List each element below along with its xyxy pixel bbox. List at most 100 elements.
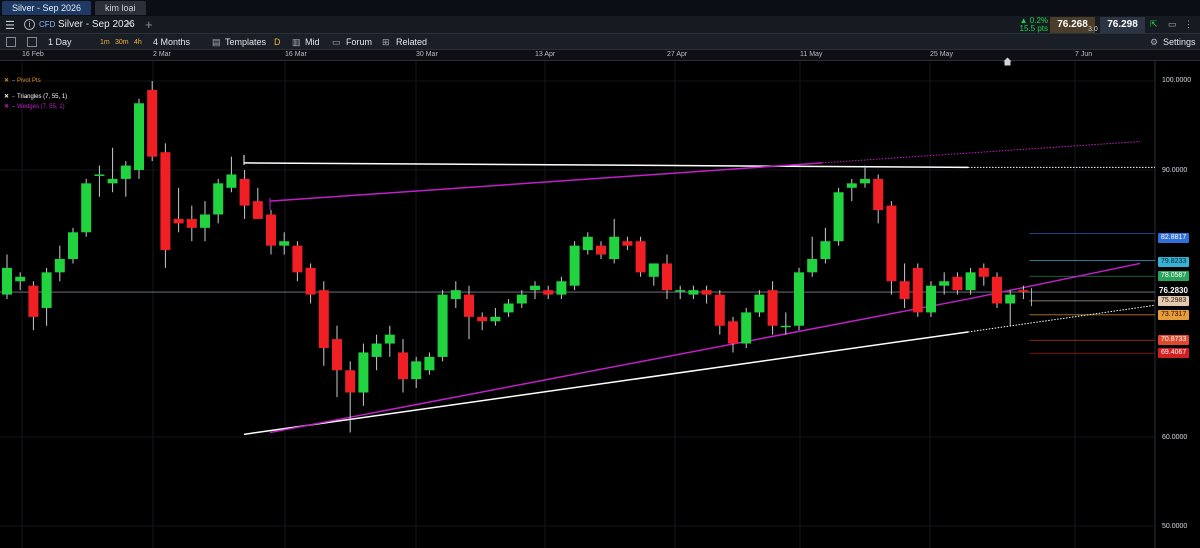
candle-body [714,294,725,326]
price-type-select[interactable]: Mid [305,36,320,48]
y-tick-label: 100.0000 [1162,77,1192,84]
instrument-info-icon[interactable]: i [24,19,35,30]
legend-triangles[interactable]: ✕ ⎯ Triangles (7, 55, 1) [4,93,67,102]
more-icon[interactable]: ⋮ [1184,19,1193,30]
legend-pivot[interactable]: ✕ ⎯ Pivot Pts [4,77,41,86]
candles [2,81,1029,433]
candle-body [530,285,540,291]
candle-body [160,152,171,251]
menu-icon[interactable]: ☰ [5,19,15,32]
y-tick-label: 60.0000 [1162,434,1188,441]
candle-body [728,321,738,344]
candle-body [912,267,923,313]
candle-body [886,205,897,282]
remove-indicator-icon[interactable]: ✕ [4,104,9,110]
remove-indicator-icon[interactable]: ✕ [4,78,9,84]
forum-icon: ▭ [332,37,341,47]
candle-body [675,290,686,292]
date-label: 2 Mar [153,51,171,58]
tab-silver[interactable]: Silver - Sep 2026 [2,1,92,15]
level-badge: 73.7317 [1158,310,1190,320]
chart-toolbar: 1 Day 1m 30m 4h 4 Months ▤ Templates D ▥… [0,34,1200,50]
candle-body [279,241,290,246]
candle-body [662,263,672,291]
candle-body [609,236,620,259]
quick-interval-4h[interactable]: 4h [134,37,142,49]
quick-interval-30m[interactable]: 30m [115,37,129,49]
legend-wedges[interactable]: ✕ ⎯ Wedges (7, 55, 1) [4,103,65,112]
chart-type-icon[interactable] [27,37,37,47]
candle-body [477,316,488,322]
candle-body [926,285,936,313]
candle-body [186,218,197,228]
tab-kim-loai[interactable]: kim loại [95,1,146,15]
change-points: 15.5 pts [1019,24,1048,33]
chart-canvas[interactable] [0,61,1200,548]
candle-body [569,245,580,286]
related-button[interactable]: Related [396,36,427,48]
window-icon[interactable]: ▭ [1168,19,1177,30]
candle-body [398,352,408,380]
close-icon[interactable]: ✕ [125,19,133,30]
candle-body [94,174,105,176]
quick-interval-1m[interactable]: 1m [100,37,110,49]
draw-button[interactable]: D [274,36,281,48]
candle-body [332,339,342,371]
buy-price-button[interactable]: 76.298 [1100,17,1145,33]
candle-body [424,356,435,371]
candle-body [120,165,131,179]
tab-bar: Silver - Sep 2026 kim loại [0,0,1200,16]
price-chart[interactable]: ✕ ⎯ Pivot Pts ✕ ⎯ Triangles (7, 55, 1) ✕ ⎯ Wed… [0,61,1200,548]
candle-body [952,276,963,291]
gear-icon: ⚙ [1150,37,1159,47]
candle-body [371,343,382,357]
wedge-lower-line [269,298,969,434]
settings-button[interactable]: Settings [1163,36,1196,48]
interval-select[interactable]: 1 Day [48,36,72,48]
candle-body [1005,294,1016,304]
indicator-settings-icon[interactable]: ⎯ [12,78,15,84]
candle-body [543,290,554,295]
candle-body [820,241,831,259]
candle-body [860,178,870,184]
spread-value: 3.0 [1088,26,1098,33]
candle-body [846,183,857,188]
instrument-name[interactable]: Silver - Sep 2026 [58,19,135,30]
candle-body [833,192,844,242]
indicator-settings-icon[interactable]: ⎯ [12,104,15,110]
candle-body [582,236,593,251]
y-tick-label: 90.0000 [1162,167,1188,174]
templates-button[interactable]: Templates [225,36,266,48]
time-span-select[interactable]: 4 Months [153,36,190,48]
candle-body [358,352,369,393]
candle-body [15,276,26,282]
expand-icon[interactable]: ⇱ [1150,19,1158,30]
date-label: 27 Apr [667,51,688,58]
candle-body [701,290,712,295]
candle-body [200,214,210,228]
legend-label: Wedges (7, 55, 1) [17,104,65,110]
indicator-settings-icon[interactable]: ⎯ [12,94,15,100]
instrument-type: CFD [39,20,56,29]
candle-body [2,267,12,295]
add-instrument-icon[interactable]: + [145,17,153,32]
date-label: 25 May [930,51,953,58]
date-label: 30 Mar [416,51,438,58]
trend-lines [0,141,1156,436]
candle-body [596,245,606,255]
date-axis: 16 Feb 2 Mar 16 Mar 30 Mar 13 Apr 27 Apr… [0,50,1200,61]
candle-body [794,272,804,326]
candle-body [305,267,316,295]
date-label: 16 Feb [22,51,44,58]
layout-icon[interactable] [6,37,16,47]
remove-indicator-icon[interactable]: ✕ [4,94,9,100]
level-badge: 75.2983 [1158,296,1190,306]
candle-body [741,312,752,344]
candle-body [134,103,144,170]
candle-body [503,303,514,313]
candle-body [490,316,501,322]
forum-button[interactable]: Forum [346,36,372,48]
date-label: 11 May [800,51,823,58]
price-change: ▲ 0.2% 15.5 pts [1018,17,1048,33]
candle-body [939,281,950,286]
